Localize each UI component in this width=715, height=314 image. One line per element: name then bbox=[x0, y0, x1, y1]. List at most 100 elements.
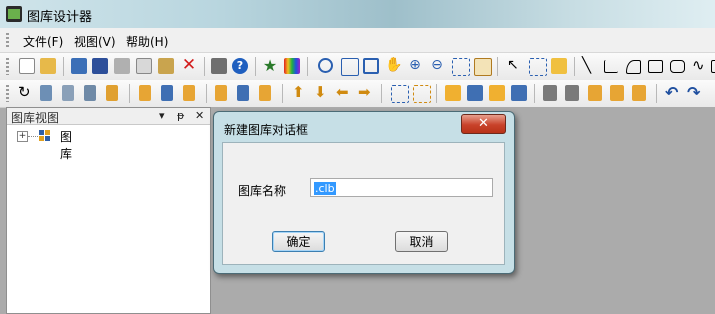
flip-vertical-icon[interactable] bbox=[106, 85, 118, 101]
new-library-dialog: 新建图库对话框 ✕ 图库名称 .clb 确定 取消 bbox=[213, 111, 515, 274]
dialog-title: 新建图库对话框 bbox=[224, 123, 309, 137]
panel-menu-icon[interactable]: ▾ bbox=[159, 109, 165, 122]
title-bar: 图库设计器 bbox=[0, 0, 715, 28]
library-name-value: .clb bbox=[314, 182, 336, 195]
align-center-icon[interactable] bbox=[161, 85, 173, 101]
pin-icon[interactable] bbox=[71, 58, 87, 74]
new-file-icon[interactable] bbox=[19, 58, 35, 74]
bring-front-icon[interactable] bbox=[445, 85, 461, 101]
align-middle-icon[interactable] bbox=[237, 85, 249, 101]
zoom-out-icon[interactable]: ⊖ bbox=[429, 58, 445, 74]
panel-pin-icon[interactable]: ᵽ bbox=[177, 109, 184, 122]
same-width-icon[interactable] bbox=[588, 85, 602, 101]
flip-icon[interactable] bbox=[40, 85, 52, 101]
pan-hand-icon[interactable]: ✋ bbox=[385, 58, 402, 74]
align-top-icon[interactable] bbox=[215, 85, 227, 101]
distribute-horizontal-icon[interactable] bbox=[543, 85, 557, 101]
menu-help[interactable]: 帮助(H) bbox=[126, 33, 168, 50]
cancel-button[interactable]: 取消 bbox=[395, 231, 448, 252]
toolbar-separator bbox=[129, 84, 130, 103]
polyline-icon[interactable] bbox=[604, 60, 618, 73]
same-size-icon[interactable] bbox=[632, 85, 646, 101]
curve-icon[interactable]: ∿ bbox=[692, 58, 708, 74]
toolbar-grip[interactable] bbox=[6, 58, 9, 75]
align-bottom-icon[interactable] bbox=[259, 85, 271, 101]
app-icon bbox=[6, 6, 22, 22]
toolbar-separator bbox=[534, 84, 535, 103]
toolbar-separator bbox=[436, 84, 437, 103]
distribute-vertical-icon[interactable] bbox=[565, 85, 579, 101]
menu-view[interactable]: 视图(V) bbox=[74, 33, 116, 50]
zoom-icon[interactable] bbox=[318, 58, 333, 73]
help-icon[interactable]: ? bbox=[232, 58, 248, 74]
delete-icon[interactable]: ✕ bbox=[181, 57, 197, 74]
mirror-icon[interactable] bbox=[62, 85, 74, 101]
zoom-in-icon[interactable]: ⊕ bbox=[407, 58, 423, 74]
ungroup-icon[interactable] bbox=[413, 85, 431, 103]
move-right-icon[interactable]: ➡ bbox=[358, 85, 374, 101]
bring-forward-icon[interactable] bbox=[489, 85, 505, 101]
send-back-icon[interactable] bbox=[467, 85, 483, 101]
polygon-icon[interactable] bbox=[626, 60, 641, 74]
menu-grip[interactable] bbox=[6, 33, 9, 47]
toolbar-separator bbox=[63, 57, 64, 76]
panel-title: 图库视图 bbox=[11, 111, 60, 125]
library-name-label: 图库名称 bbox=[238, 184, 287, 198]
cut-icon[interactable] bbox=[114, 58, 130, 74]
toolbar-separator bbox=[656, 84, 657, 103]
rotate-icon[interactable]: ↻ bbox=[18, 85, 34, 101]
move-left-icon[interactable]: ⬅ bbox=[336, 85, 352, 101]
flip-horizontal-icon[interactable] bbox=[84, 85, 96, 101]
toolbar-main: ✕ ? ★ ✋ ⊕ ⊖ ↖ ╲ ∿ bbox=[0, 53, 715, 81]
menu-bar: 文件(F) 视图(V) 帮助(H) bbox=[0, 28, 715, 53]
align-left-icon[interactable] bbox=[139, 85, 151, 101]
toolbar-separator bbox=[255, 57, 256, 76]
tree-connector bbox=[28, 136, 38, 137]
library-name-input[interactable]: .clb bbox=[310, 178, 493, 197]
align-right-icon[interactable] bbox=[183, 85, 195, 101]
expand-icon[interactable]: + bbox=[17, 131, 28, 142]
save-icon[interactable] bbox=[92, 58, 108, 74]
same-height-icon[interactable] bbox=[610, 85, 624, 101]
rounded-rectangle-icon[interactable] bbox=[670, 60, 685, 73]
move-down-icon[interactable]: ⬇ bbox=[314, 85, 330, 101]
open-folder-icon[interactable] bbox=[40, 58, 56, 74]
toolbar-separator bbox=[282, 84, 283, 103]
group-icon[interactable] bbox=[391, 85, 409, 103]
toolbar-align: ↻ ⬆ ⬇ ⬅ ➡ ↶ ↷ bbox=[0, 80, 715, 108]
copy-icon[interactable] bbox=[136, 58, 152, 74]
toolbar-separator bbox=[204, 57, 205, 76]
line-icon[interactable]: ╲ bbox=[582, 58, 598, 74]
dialog-close-button[interactable]: ✕ bbox=[461, 114, 506, 134]
send-backward-icon[interactable] bbox=[511, 85, 527, 101]
move-up-icon[interactable]: ⬆ bbox=[292, 85, 308, 101]
window-title: 图库设计器 bbox=[27, 10, 93, 25]
tree-item-label: 图库 bbox=[60, 130, 73, 161]
library-icon bbox=[39, 130, 51, 142]
dialog-body: 图库名称 .clb 确定 取消 bbox=[222, 142, 505, 265]
menu-file[interactable]: 文件(F) bbox=[23, 33, 63, 50]
toolbar-separator bbox=[307, 57, 308, 76]
redo-icon[interactable]: ↷ bbox=[687, 85, 703, 101]
actual-size-icon[interactable] bbox=[474, 58, 492, 76]
panel-close-icon[interactable]: ✕ bbox=[195, 109, 204, 122]
zoom-fit-icon[interactable] bbox=[363, 58, 379, 74]
panel-header: 图库视图 ▾ ᵽ ✕ bbox=[7, 108, 210, 125]
select-object-icon[interactable] bbox=[551, 58, 567, 74]
star-icon[interactable]: ★ bbox=[262, 58, 278, 74]
toolbar-grip[interactable] bbox=[6, 85, 9, 102]
print-icon[interactable] bbox=[211, 58, 227, 74]
ellipse-icon[interactable] bbox=[711, 60, 715, 73]
select-area-icon[interactable] bbox=[529, 58, 547, 76]
toolbar-separator bbox=[206, 84, 207, 103]
paste-icon[interactable] bbox=[158, 58, 174, 74]
rectangle-icon[interactable] bbox=[648, 60, 663, 73]
zoom-select-icon[interactable] bbox=[341, 58, 359, 76]
pointer-icon[interactable]: ↖ bbox=[507, 58, 523, 74]
color-palette-icon[interactable] bbox=[284, 58, 300, 74]
undo-icon[interactable]: ↶ bbox=[665, 85, 681, 101]
toolbar-separator bbox=[497, 57, 498, 76]
fit-page-icon[interactable] bbox=[452, 58, 470, 76]
ok-button[interactable]: 确定 bbox=[272, 231, 325, 252]
toolbar-separator bbox=[381, 84, 382, 103]
